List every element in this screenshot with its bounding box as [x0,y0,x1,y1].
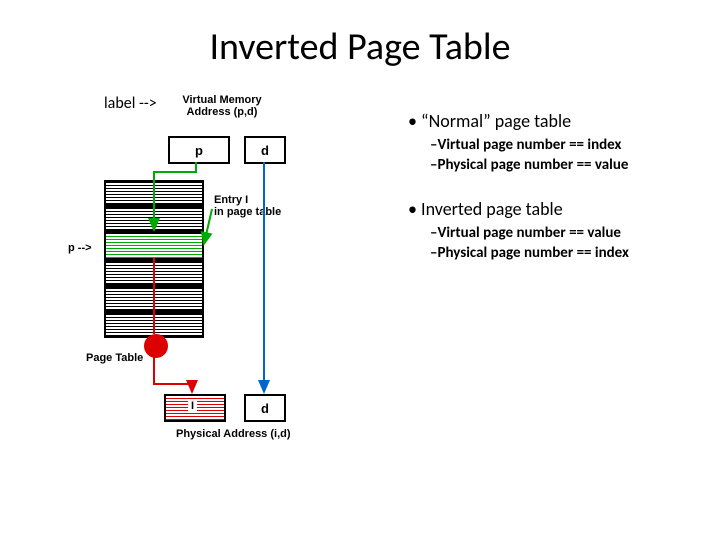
label-physical-address: Physical Address (i,d) [176,428,291,440]
bullet-inverted-sub2: Physical page number == index [430,244,698,262]
pagetable-row-4 [104,286,204,312]
box-p: p [168,136,230,164]
box-i: I [188,400,197,412]
diagram: Virtual Memory Address (p,d) p d Entry I… [104,94,374,474]
label-page-table: Page Table [86,352,143,364]
label-p-arrow: p --> [68,242,92,254]
label-vm-address: Virtual Memory Address (p,d) [162,94,282,118]
box-d-bot: d [244,394,286,422]
bullet-normal: “Normal” page table [408,110,698,132]
slide-title: Inverted Page Table [0,24,720,70]
label-entry: Entry I in page table [214,194,281,218]
dot-icon [144,334,168,358]
bullet-list: “Normal” page table Virtual page number … [408,110,698,264]
pagetable-row-entry [104,232,204,260]
pagetable-row-3 [104,260,204,286]
bullet-inverted: Inverted page table [408,198,698,220]
bullet-normal-sub2: Physical page number == value [430,156,698,174]
pagetable-row-1 [104,206,204,232]
bullet-inverted-sub1: Virtual page number == value [430,224,698,242]
box-d-top: d [244,136,286,164]
bullet-normal-sub1: Virtual page number == index [430,136,698,154]
pagetable-row-0 [104,180,204,206]
